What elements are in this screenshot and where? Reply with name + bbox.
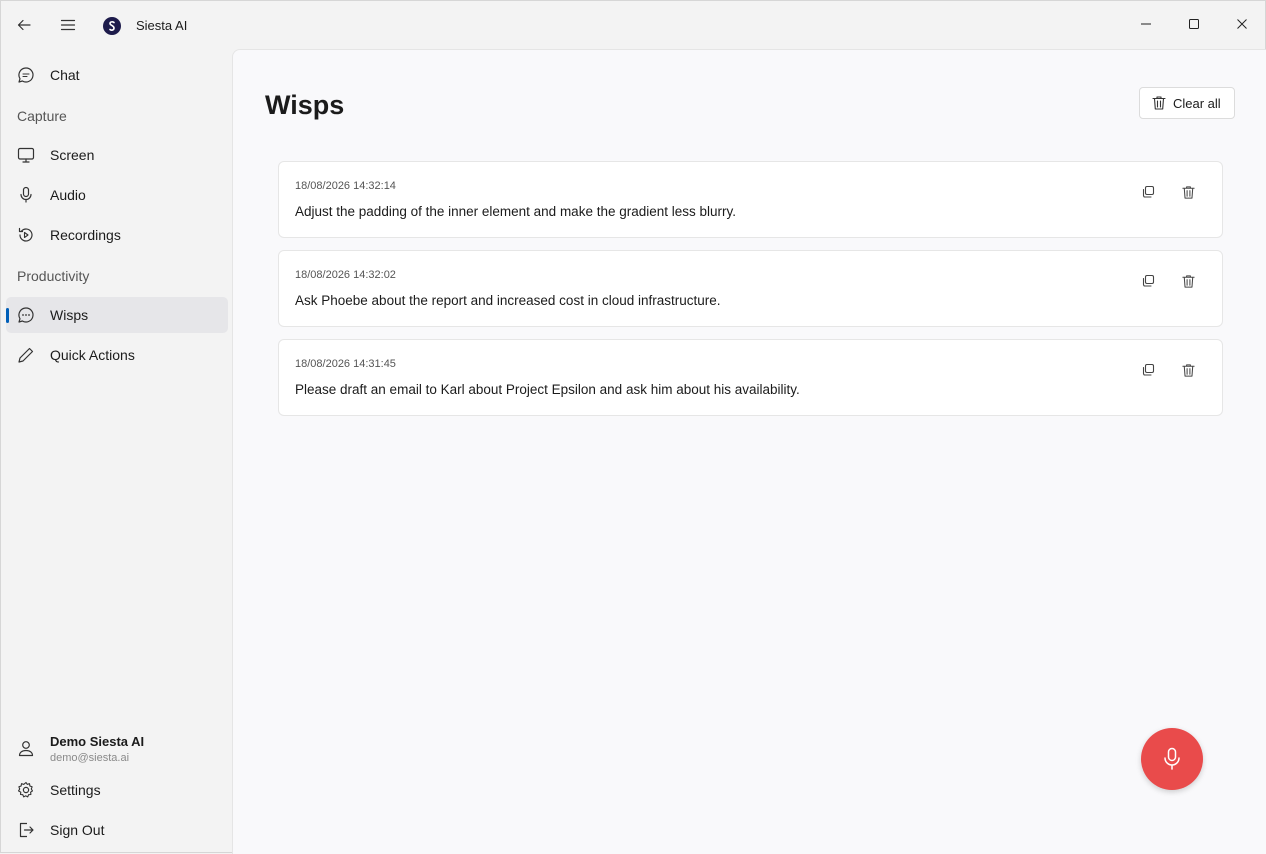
- sidebar-item-label: Audio: [50, 187, 86, 203]
- section-label-productivity: Productivity: [17, 268, 90, 284]
- delete-button[interactable]: [1176, 180, 1200, 204]
- minimize-icon: [1141, 23, 1151, 25]
- clear-all-button[interactable]: Clear all: [1139, 87, 1235, 119]
- copy-button[interactable]: [1136, 269, 1160, 293]
- minimize-button[interactable]: [1122, 1, 1170, 47]
- copy-button[interactable]: [1136, 358, 1160, 382]
- chat-icon: [17, 66, 35, 84]
- close-button[interactable]: [1218, 1, 1266, 47]
- wisp-card: 18/08/2026 14:32:02 Ask Phoebe about the…: [278, 250, 1223, 327]
- sidebar-item-label: Wisps: [50, 307, 89, 323]
- menu-button[interactable]: [52, 9, 84, 41]
- page-title: Wisps: [265, 90, 345, 120]
- user-icon: [17, 739, 35, 757]
- sidebar-item-recordings[interactable]: Recordings: [6, 217, 228, 253]
- title-bar: Siesta AI: [1, 1, 1266, 49]
- speech-bubble-icon: [17, 306, 35, 324]
- sidebar-item-wisps[interactable]: Wisps: [6, 297, 228, 333]
- wisp-timestamp: 18/08/2026 14:31:45: [295, 358, 396, 370]
- wisp-text: Please draft an email to Karl about Proj…: [295, 382, 800, 397]
- trash-icon: [1151, 95, 1167, 111]
- section-label-capture: Capture: [17, 108, 67, 124]
- sidebar-item-label: Quick Actions: [50, 347, 135, 363]
- trash-icon: [1181, 185, 1195, 199]
- maximize-icon: [1189, 19, 1199, 29]
- sidebar-item-label: Screen: [50, 147, 95, 163]
- wisp-card: 18/08/2026 14:32:14 Adjust the padding o…: [278, 161, 1223, 238]
- delete-button[interactable]: [1176, 269, 1200, 293]
- sidebar-item-label: Chat: [50, 67, 80, 83]
- close-icon: [1237, 19, 1247, 29]
- sidebar-item-screen[interactable]: Screen: [6, 137, 228, 173]
- sidebar-item-chat[interactable]: Chat: [6, 57, 228, 93]
- app-logo-icon: [103, 17, 121, 35]
- active-indicator: [6, 308, 9, 323]
- copy-icon: [1142, 274, 1155, 287]
- sign-out-label: Sign Out: [50, 822, 105, 838]
- sidebar: Chat Capture Screen Audio Recordings Pro…: [1, 49, 232, 854]
- settings-button[interactable]: Settings: [6, 772, 228, 808]
- record-mic-button[interactable]: [1141, 728, 1203, 790]
- sidebar-item-quick-actions[interactable]: Quick Actions: [6, 337, 228, 373]
- hamburger-icon: [60, 19, 76, 31]
- gear-icon: [17, 781, 35, 799]
- sidebar-item-audio[interactable]: Audio: [6, 177, 228, 213]
- microphone-icon: [1164, 747, 1180, 770]
- microphone-icon: [17, 186, 35, 204]
- back-arrow-icon: [17, 19, 31, 31]
- trash-icon: [1181, 363, 1195, 377]
- copy-icon: [1142, 363, 1155, 376]
- back-button[interactable]: [8, 9, 40, 41]
- app-title: Siesta AI: [136, 18, 188, 33]
- monitor-icon: [17, 146, 35, 164]
- sidebar-item-label: Recordings: [50, 227, 121, 243]
- sign-out-icon: [17, 821, 35, 839]
- wisp-timestamp: 18/08/2026 14:32:02: [295, 269, 396, 281]
- settings-label: Settings: [50, 782, 101, 798]
- delete-button[interactable]: [1176, 358, 1200, 382]
- copy-icon: [1142, 185, 1155, 198]
- user-email: demo@siesta.ai: [50, 752, 130, 764]
- maximize-button[interactable]: [1170, 1, 1218, 47]
- copy-button[interactable]: [1136, 180, 1160, 204]
- sign-out-button[interactable]: Sign Out: [6, 812, 228, 848]
- wisp-card: 18/08/2026 14:31:45 Please draft an emai…: [278, 339, 1223, 416]
- wisp-timestamp: 18/08/2026 14:32:14: [295, 180, 396, 192]
- wisp-text: Ask Phoebe about the report and increase…: [295, 293, 721, 308]
- history-icon: [17, 226, 35, 244]
- main-panel: Wisps Clear all 18/08/2026 14:32:14 Adju…: [232, 49, 1266, 854]
- clear-all-label: Clear all: [1173, 96, 1221, 111]
- app-window: Siesta AI Chat Capture Screen Audio Reco…: [0, 0, 1266, 854]
- pencil-icon: [17, 346, 35, 364]
- trash-icon: [1181, 274, 1195, 288]
- user-name: Demo Siesta AI: [50, 734, 145, 749]
- wisp-text: Adjust the padding of the inner element …: [295, 204, 737, 219]
